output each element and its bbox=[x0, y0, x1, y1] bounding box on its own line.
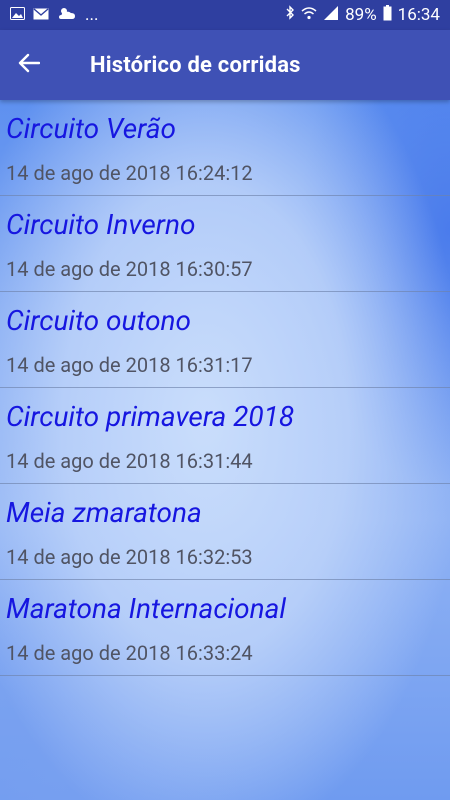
run-date: 14 de ago de 2018 16:30:57 bbox=[6, 257, 253, 281]
run-name: Maratona Internacional bbox=[6, 592, 287, 625]
image-icon bbox=[10, 5, 25, 25]
app-bar: Histórico de corridas bbox=[0, 30, 450, 100]
status-bar: ... 89% 16:34 bbox=[0, 0, 450, 30]
battery-percent: 89% bbox=[345, 5, 377, 25]
battery-icon bbox=[383, 4, 392, 26]
list-item[interactable]: Circuito outono 14 de ago de 2018 16:31:… bbox=[0, 292, 450, 388]
page-title: Histórico de corridas bbox=[90, 52, 301, 78]
list-item[interactable]: Circuito Verão 14 de ago de 2018 16:24:1… bbox=[0, 100, 450, 196]
run-date: 14 de ago de 2018 16:31:44 bbox=[6, 449, 253, 473]
clock: 16:34 bbox=[397, 5, 440, 25]
status-more-text: ... bbox=[85, 5, 99, 25]
list-item[interactable]: Circuito primavera 2018 14 de ago de 201… bbox=[0, 388, 450, 484]
mail-icon bbox=[33, 5, 49, 25]
list-item[interactable]: Maratona Internacional 14 de ago de 2018… bbox=[0, 580, 450, 676]
run-name: Circuito outono bbox=[6, 304, 192, 337]
run-date: 14 de ago de 2018 16:32:53 bbox=[6, 545, 253, 569]
run-date: 14 de ago de 2018 16:24:12 bbox=[6, 161, 253, 185]
bluetooth-icon bbox=[285, 5, 295, 25]
signal-icon bbox=[323, 5, 339, 25]
list-item[interactable]: Meia zmaratona 14 de ago de 2018 16:32:5… bbox=[0, 484, 450, 580]
run-date: 14 de ago de 2018 16:31:17 bbox=[6, 353, 253, 377]
runs-list: Circuito Verão 14 de ago de 2018 16:24:1… bbox=[0, 100, 450, 676]
arrow-back-icon bbox=[18, 53, 41, 77]
list-item[interactable]: Circuito Inverno 14 de ago de 2018 16:30… bbox=[0, 196, 450, 292]
run-name: Circuito primavera 2018 bbox=[6, 400, 295, 433]
run-name: Meia zmaratona bbox=[6, 496, 202, 529]
run-date: 14 de ago de 2018 16:33:24 bbox=[6, 641, 253, 665]
back-button[interactable] bbox=[0, 30, 58, 100]
weather-icon bbox=[57, 5, 77, 25]
wifi-icon bbox=[301, 5, 317, 25]
run-name: Circuito Verão bbox=[6, 112, 177, 145]
run-name: Circuito Inverno bbox=[6, 208, 196, 241]
